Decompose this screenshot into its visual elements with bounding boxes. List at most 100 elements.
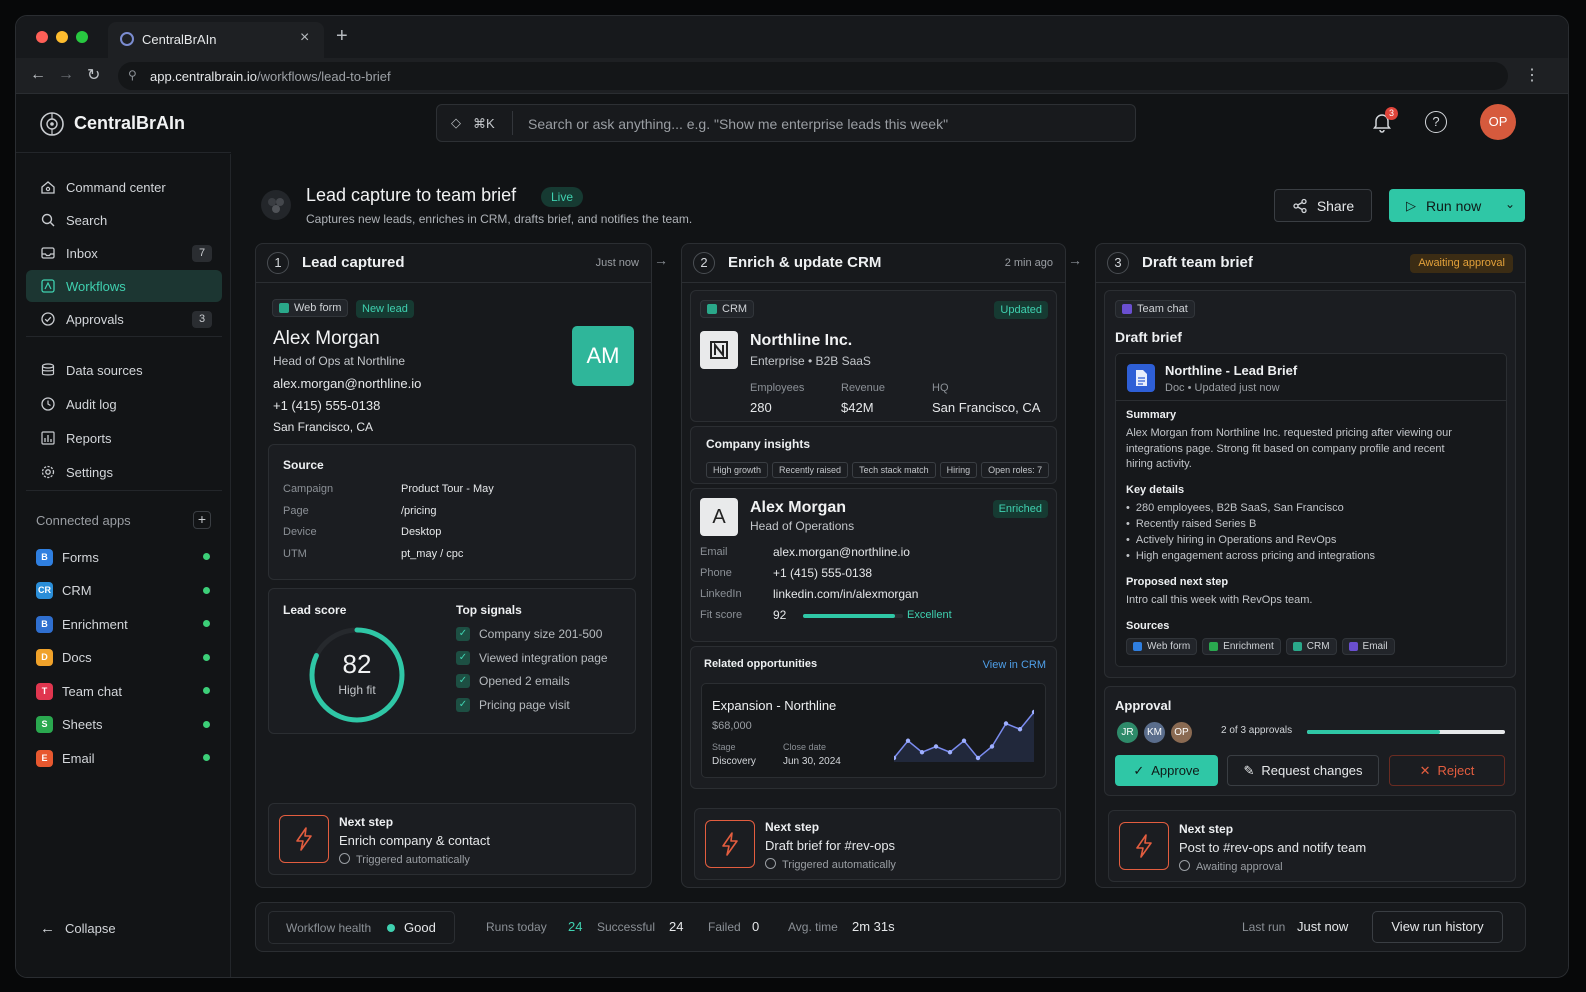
global-search[interactable]: ◇ ⌘K Search or ask anything... e.g. "Sho… bbox=[436, 104, 1136, 142]
source-chip-label: CRM bbox=[722, 303, 748, 315]
source-tag[interactable]: CRM bbox=[1285, 638, 1337, 655]
maximize-window-button[interactable] bbox=[76, 31, 88, 43]
source-tags: Web form Enrichment CRM Email bbox=[1126, 638, 1400, 655]
opportunity-card[interactable]: Expansion - Northline $68,000 Stage Discove… bbox=[701, 683, 1046, 778]
sidebar-item-audit-log[interactable]: Audit log bbox=[26, 388, 222, 420]
checkbox-checked-icon: ✓ bbox=[456, 650, 470, 665]
browser-tab[interactable]: CentralBrAIn × bbox=[108, 22, 324, 58]
source-field-label: Campaign bbox=[283, 483, 334, 495]
chevron-down-icon[interactable]: ⌄ bbox=[1505, 197, 1515, 211]
web-form-icon bbox=[279, 303, 289, 313]
next-step-label: Next step bbox=[765, 820, 820, 834]
company-stat-label: Revenue bbox=[841, 382, 886, 394]
crm-app-icon: CR bbox=[36, 582, 53, 599]
summary-text: Alex Morgan from Northline Inc. requeste… bbox=[1126, 427, 1452, 439]
reload-icon[interactable]: ↻ bbox=[87, 65, 100, 85]
request-changes-button[interactable]: ✎ Request changes bbox=[1227, 755, 1379, 786]
brief-document: Northline - Lead Brief Doc • Updated just… bbox=[1115, 353, 1507, 667]
approval-progress-fill bbox=[1307, 730, 1440, 734]
connected-app-enrichment[interactable]: B Enrichment bbox=[36, 611, 214, 637]
summary-text: integrations page. Strong fit based on c… bbox=[1126, 442, 1445, 455]
collapse-sidebar-button[interactable]: ← Collapse bbox=[40, 920, 116, 937]
share-button[interactable]: Share bbox=[1274, 189, 1372, 222]
source-tag[interactable]: Enrichment bbox=[1202, 638, 1281, 655]
enrichment-app-icon: B bbox=[36, 615, 53, 633]
connected-app-forms[interactable]: B Forms bbox=[36, 544, 214, 570]
back-icon[interactable]: ← bbox=[30, 66, 46, 84]
workflow-description: Captures new leads, enriches in CRM, dra… bbox=[306, 212, 693, 226]
sidebar-item-data-sources[interactable]: Data sources bbox=[26, 354, 222, 386]
next-step-panel: Next step Post to #rev-ops and notify tea… bbox=[1108, 810, 1516, 882]
view-run-history-button[interactable]: View run history bbox=[1372, 911, 1503, 943]
connected-app-team-chat[interactable]: T Team chat bbox=[36, 678, 214, 704]
sidebar-item-approvals[interactable]: Approvals 3 bbox=[26, 303, 222, 335]
source-tag[interactable]: Email bbox=[1341, 638, 1395, 655]
source-chip-label: Team chat bbox=[1137, 303, 1188, 315]
search-divider bbox=[512, 111, 513, 135]
opportunity-close-label: Close date bbox=[783, 742, 827, 752]
company-meta: Enterprise • B2B SaaS bbox=[750, 354, 871, 368]
source-tag[interactable]: Web form bbox=[1126, 638, 1198, 655]
new-tab-icon[interactable]: + bbox=[336, 25, 348, 48]
connected-app-email[interactable]: E Email bbox=[36, 745, 214, 771]
minimize-window-button[interactable] bbox=[56, 31, 68, 43]
document-meta: Doc • Updated just now bbox=[1165, 382, 1280, 394]
key-detail-item: • Actively hiring in Operations and RevOp… bbox=[1126, 534, 1336, 546]
sidebar-item-command-center[interactable]: Command center bbox=[26, 171, 222, 203]
sidebar-item-inbox[interactable]: Inbox 7 bbox=[26, 237, 222, 269]
signal-label: Viewed integration page bbox=[479, 650, 608, 665]
avg-label: Avg. time bbox=[788, 920, 838, 934]
connected-app-sheets[interactable]: S Sheets bbox=[36, 712, 214, 738]
help-icon[interactable]: ? bbox=[1425, 111, 1447, 133]
workflow-status-footer: Workflow health Good Runs today 24 Successfu… bbox=[255, 902, 1526, 952]
flow-arrow-icon: → bbox=[1068, 252, 1082, 268]
contact-field-value[interactable]: linkedin.com/in/alexmorgan bbox=[773, 587, 918, 601]
arrow-left-icon: ← bbox=[40, 920, 55, 937]
site-info-icon[interactable]: ⚲ bbox=[128, 68, 137, 82]
sidebar-item-label: Workflows bbox=[66, 278, 126, 294]
fit-score-text: Excellent bbox=[907, 609, 952, 621]
step-number-badge: 1 bbox=[267, 252, 289, 274]
connected-app-docs[interactable]: D Docs bbox=[36, 645, 214, 671]
browser-menu-icon[interactable]: ⋮ bbox=[1524, 65, 1540, 85]
connected-app-crm[interactable]: CR CRM bbox=[36, 578, 214, 604]
close-tab-icon[interactable]: × bbox=[300, 29, 309, 47]
top-signals-title: Top signals bbox=[456, 603, 522, 617]
lead-score-ring: 82 High fit bbox=[307, 625, 407, 725]
sidebar-item-search[interactable]: Search bbox=[26, 204, 222, 236]
user-avatar[interactable]: OP bbox=[1480, 104, 1516, 140]
address-field[interactable]: ⚲ app.centralbrain.io/workflows/lead-to-… bbox=[118, 62, 1508, 90]
step-card-draft-brief: 3 Draft team brief Awaiting approval Team c… bbox=[1095, 243, 1526, 888]
view-in-crm-link[interactable]: View in CRM bbox=[983, 659, 1046, 671]
run-now-button[interactable]: ▷ Run now ⌄ bbox=[1389, 189, 1525, 222]
step-title: Enrich & update CRM bbox=[728, 254, 882, 271]
connected-status-dot bbox=[203, 687, 210, 694]
company-stat-label: HQ bbox=[932, 382, 949, 394]
sidebar-item-label: Search bbox=[66, 212, 108, 228]
lead-avatar: AM bbox=[572, 326, 634, 386]
reject-button[interactable]: ✕ Reject bbox=[1389, 755, 1505, 786]
close-window-button[interactable] bbox=[36, 31, 48, 43]
approve-button[interactable]: ✓ Approve bbox=[1115, 755, 1218, 786]
step-card-lead-captured: 1 Lead captured Just now Web form New lead Al… bbox=[255, 243, 652, 888]
notifications-bell-icon[interactable]: 3 bbox=[1371, 107, 1398, 133]
search-input[interactable]: Search or ask anything... e.g. "Show me … bbox=[528, 116, 948, 132]
contact-role: Head of Operations bbox=[750, 519, 855, 533]
document-divider bbox=[1116, 400, 1506, 401]
brand-logo-icon bbox=[38, 110, 66, 138]
sparkline-point bbox=[905, 738, 911, 743]
sidebar-item-workflows[interactable]: Workflows bbox=[26, 270, 222, 302]
sidebar-item-reports[interactable]: Reports bbox=[26, 422, 222, 454]
source-field-label: Page bbox=[283, 504, 309, 517]
approval-progress-bar bbox=[1307, 730, 1505, 734]
next-step-action: Post to #rev-ops and notify team bbox=[1179, 840, 1367, 855]
summary-text: hiring activity. bbox=[1126, 458, 1192, 470]
url-host: app.centralbrain.io bbox=[150, 69, 257, 84]
url-text: app.centralbrain.io/workflows/lead-to-br… bbox=[150, 69, 391, 84]
sparkline-point bbox=[947, 750, 953, 755]
sidebar-item-settings[interactable]: Settings bbox=[26, 456, 222, 488]
sidebar-item-count-badge: 3 bbox=[192, 311, 212, 328]
run-now-label: Run now bbox=[1426, 197, 1482, 214]
add-app-icon[interactable]: + bbox=[193, 511, 211, 529]
forward-icon[interactable]: → bbox=[58, 66, 74, 84]
